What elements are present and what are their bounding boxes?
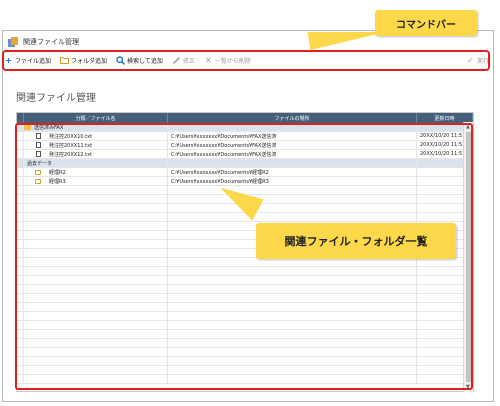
title-bar: 関連ファイル管理	[4, 32, 79, 52]
header-select-column	[17, 113, 24, 123]
grid-header: 分類／ファイル名 ファイルの場所 更新日時	[17, 113, 473, 123]
command-bar-highlight	[2, 50, 490, 71]
window-title: 関連ファイル管理	[23, 38, 79, 46]
header-name-column[interactable]: 分類／ファイル名	[24, 113, 168, 123]
page-title: 関連ファイル管理	[16, 93, 96, 104]
app-icon	[8, 37, 18, 47]
callout-tail-command	[292, 32, 386, 50]
callout-command-bar: コマンドバー	[375, 10, 477, 36]
callout-file-list: 関連ファイル・フォルダ一覧	[256, 223, 456, 259]
header-path-column[interactable]: ファイルの場所	[168, 113, 417, 123]
